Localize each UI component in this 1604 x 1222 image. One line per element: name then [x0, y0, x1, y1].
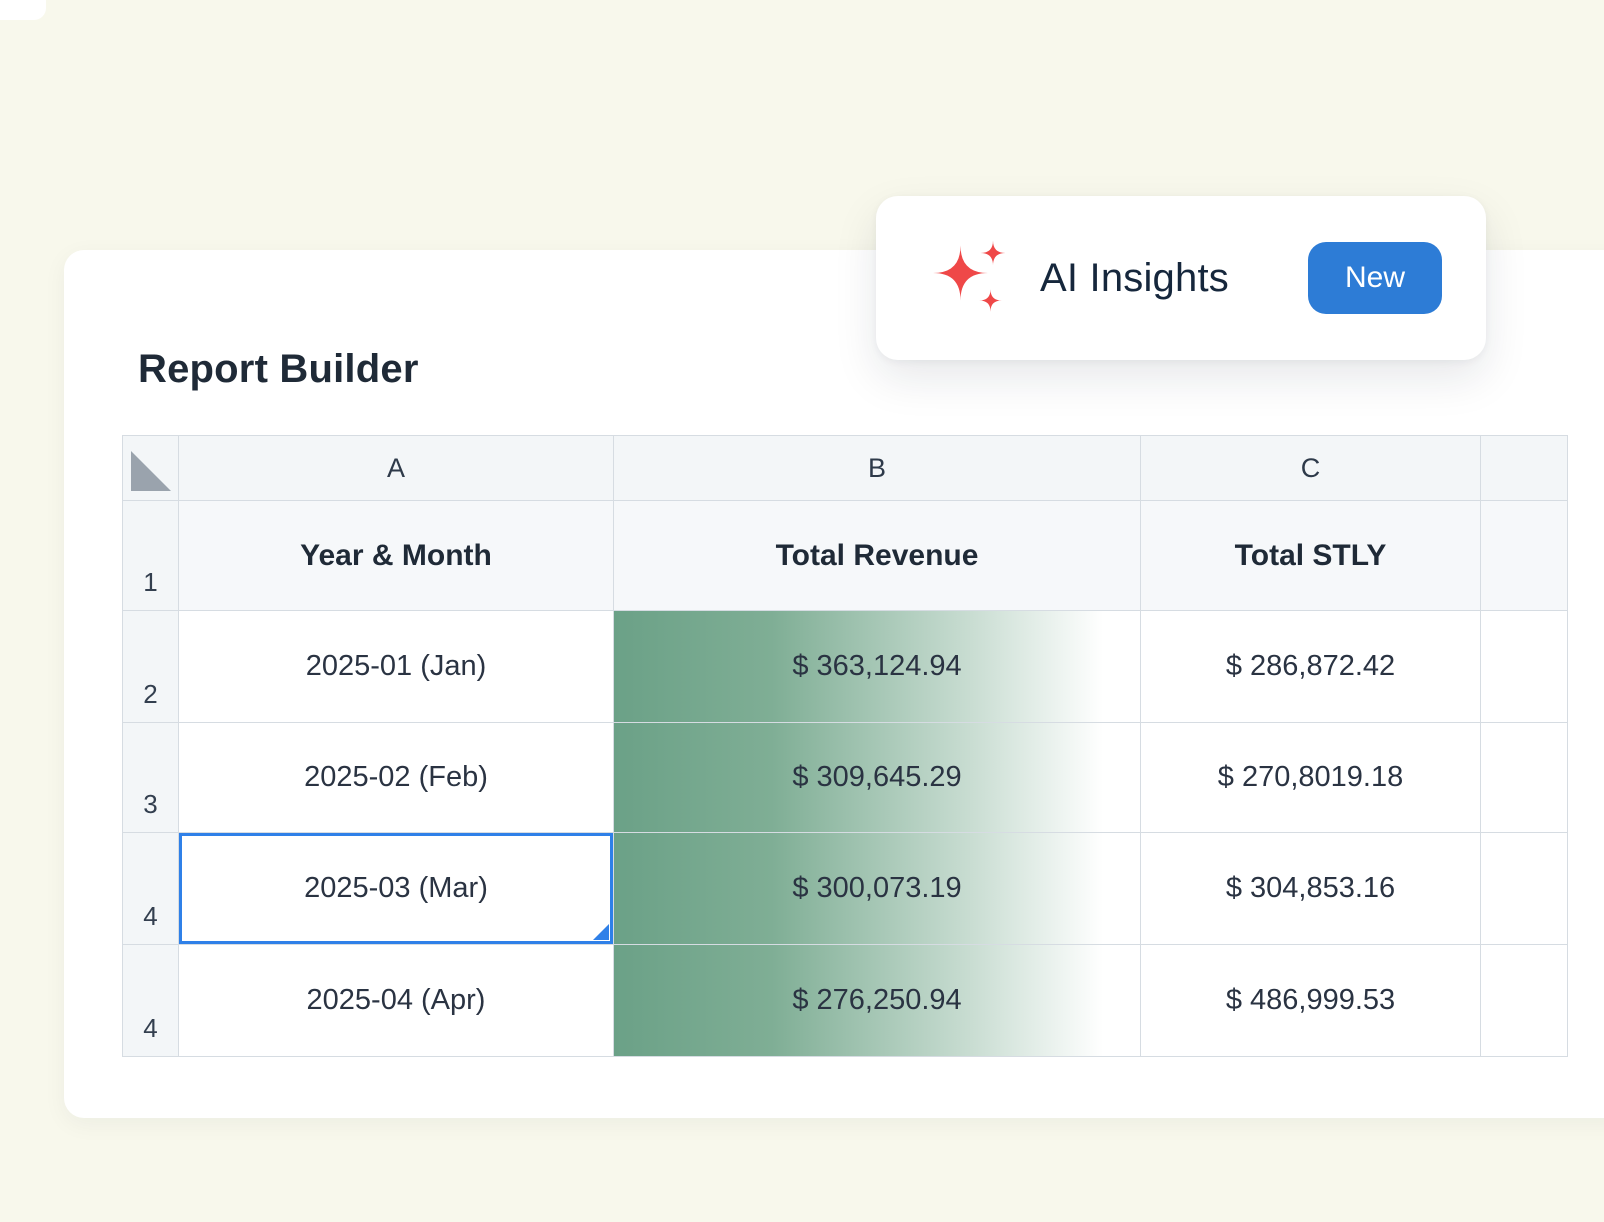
row-header-4[interactable]: 4 — [123, 833, 179, 945]
cell-C5[interactable]: $ 486,999.53 — [1141, 945, 1481, 1057]
cell-B3[interactable]: $ 309,645.29 — [614, 723, 1141, 833]
cell-D2[interactable] — [1481, 611, 1568, 723]
select-all-corner[interactable] — [123, 436, 179, 501]
report-builder-card: Report Builder A B C 1 Year & Month Tota… — [64, 250, 1604, 1118]
cell-C4[interactable]: $ 304,853.16 — [1141, 833, 1481, 945]
cell-B5[interactable]: $ 276,250.94 — [614, 945, 1141, 1057]
cell-D5[interactable] — [1481, 945, 1568, 1057]
cell-C1[interactable]: Total STLY — [1141, 501, 1481, 611]
cell-C2[interactable]: $ 286,872.42 — [1141, 611, 1481, 723]
spreadsheet: A B C 1 Year & Month Total Revenue Total… — [122, 435, 1568, 1057]
row-header-1[interactable]: 1 — [123, 501, 179, 611]
sparkles-icon — [928, 238, 1008, 318]
cell-A1[interactable]: Year & Month — [179, 501, 614, 611]
cell-D3[interactable] — [1481, 723, 1568, 833]
cell-D1[interactable] — [1481, 501, 1568, 611]
cell-B2[interactable]: $ 363,124.94 — [614, 611, 1141, 723]
row-header-3[interactable]: 3 — [123, 723, 179, 833]
select-all-triangle-icon — [131, 451, 171, 491]
new-badge: New — [1308, 242, 1442, 314]
ai-insights-label: AI Insights — [1040, 256, 1229, 301]
cell-A3[interactable]: 2025-02 (Feb) — [179, 723, 614, 833]
cell-A5[interactable]: 2025-04 (Apr) — [179, 945, 614, 1057]
cell-A2[interactable]: 2025-01 (Jan) — [179, 611, 614, 723]
cell-B4[interactable]: $ 300,073.19 — [614, 833, 1141, 945]
column-header-b[interactable]: B — [614, 436, 1141, 501]
column-header-c[interactable]: C — [1141, 436, 1481, 501]
column-header-d-partial[interactable] — [1481, 436, 1568, 501]
cell-A4-selected[interactable]: 2025-03 (Mar) — [179, 833, 614, 945]
column-header-a[interactable]: A — [179, 436, 614, 501]
row-header-5[interactable]: 4 — [123, 945, 179, 1057]
cell-C3[interactable]: $ 270,8019.18 — [1141, 723, 1481, 833]
top-left-card-corner — [0, 0, 46, 20]
page-title: Report Builder — [138, 347, 419, 392]
row-header-2[interactable]: 2 — [123, 611, 179, 723]
cell-B1[interactable]: Total Revenue — [614, 501, 1141, 611]
cell-D4[interactable] — [1481, 833, 1568, 945]
fill-handle[interactable] — [593, 924, 609, 940]
ai-insights-card[interactable]: AI Insights New — [876, 196, 1486, 360]
